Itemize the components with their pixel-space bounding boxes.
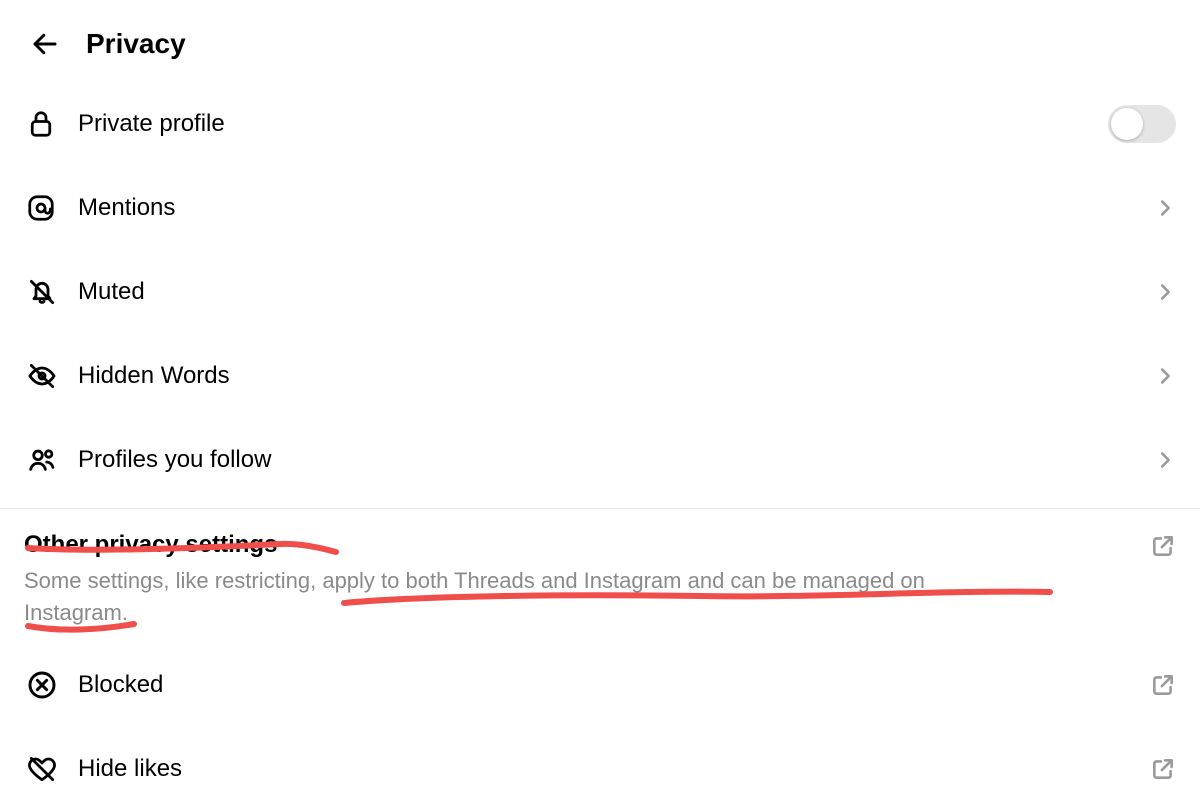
row-label: Mentions — [78, 194, 1154, 222]
back-icon[interactable] — [30, 29, 60, 59]
private-profile-toggle[interactable] — [1108, 105, 1176, 143]
section-description: Some settings, like restricting, apply t… — [24, 565, 1024, 629]
row-label: Hidden Words — [78, 362, 1154, 390]
row-label: Muted — [78, 278, 1154, 306]
row-mentions[interactable]: Mentions — [0, 166, 1200, 250]
row-blocked[interactable]: Blocked — [0, 643, 1200, 727]
chevron-right-icon — [1154, 449, 1176, 471]
bell-off-icon — [26, 276, 78, 308]
external-link-icon — [1150, 672, 1176, 698]
people-icon — [26, 444, 78, 476]
section-title: Other privacy settings — [24, 531, 1140, 559]
page-title: Privacy — [86, 28, 186, 60]
circle-x-icon — [26, 669, 78, 701]
row-muted[interactable]: Muted — [0, 250, 1200, 334]
lock-icon — [26, 109, 78, 139]
heart-off-icon — [26, 753, 78, 785]
external-link-icon — [1150, 533, 1176, 559]
row-label: Private profile — [78, 110, 1108, 138]
row-label: Profiles you follow — [78, 446, 1154, 474]
chevron-right-icon — [1154, 281, 1176, 303]
row-hidden-words[interactable]: Hidden Words — [0, 334, 1200, 418]
eye-off-icon — [26, 360, 78, 392]
header-bar: Privacy — [0, 0, 1200, 82]
row-profiles-follow[interactable]: Profiles you follow — [0, 418, 1200, 502]
section-other-privacy[interactable]: Other privacy settings Some settings, li… — [0, 509, 1200, 629]
external-link-icon — [1150, 756, 1176, 782]
at-icon — [26, 193, 78, 223]
row-private-profile[interactable]: Private profile — [0, 82, 1200, 166]
row-label: Hide likes — [78, 755, 1150, 783]
chevron-right-icon — [1154, 365, 1176, 387]
toggle-knob — [1111, 108, 1143, 140]
row-hide-likes[interactable]: Hide likes — [0, 727, 1200, 811]
row-label: Blocked — [78, 671, 1150, 699]
chevron-right-icon — [1154, 197, 1176, 219]
